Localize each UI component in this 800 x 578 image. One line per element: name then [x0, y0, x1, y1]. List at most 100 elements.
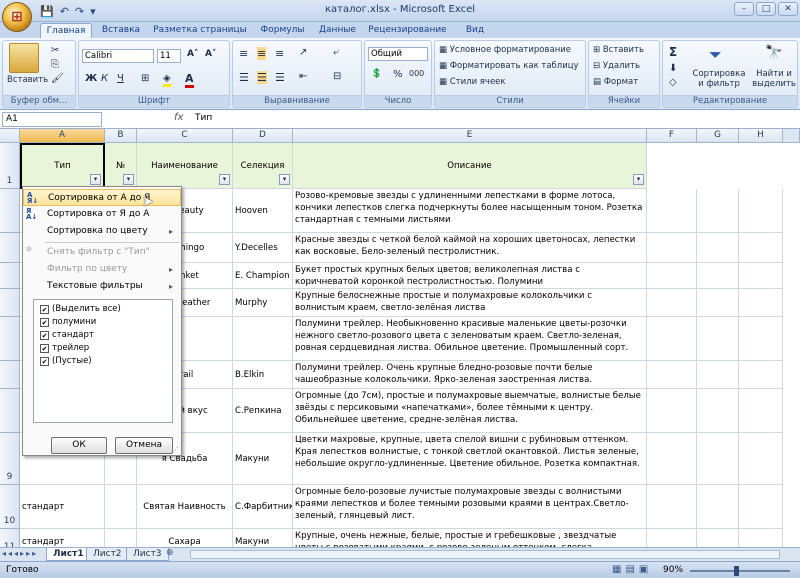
- table-cell-empty[interactable]: [697, 289, 739, 317]
- tab-data[interactable]: Данные: [315, 23, 360, 38]
- column-header-a[interactable]: A: [20, 129, 105, 143]
- italic-button[interactable]: К: [101, 73, 108, 84]
- office-button[interactable]: ⊞: [2, 2, 32, 32]
- tab-insert[interactable]: Вставка: [96, 23, 146, 38]
- table-cell-empty[interactable]: [647, 433, 697, 485]
- format-table-button[interactable]: ▦ Форматировать как таблицу: [439, 61, 579, 71]
- column-header-c[interactable]: C: [137, 129, 233, 143]
- table-cell-empty[interactable]: [647, 389, 697, 433]
- column-header-f[interactable]: F: [647, 129, 697, 143]
- table-cell-empty[interactable]: [697, 485, 739, 529]
- minimize-icon[interactable]: –: [734, 2, 754, 16]
- indent-icon[interactable]: ⇤: [299, 71, 307, 82]
- ok-button[interactable]: ОК: [51, 437, 107, 454]
- cell-styles-button[interactable]: ▦ Стили ячеек: [439, 77, 506, 87]
- currency-icon[interactable]: 💲: [371, 69, 382, 79]
- table-cell-d[interactable]: Y.Decelles: [233, 233, 293, 263]
- bold-button[interactable]: Ж: [85, 73, 97, 84]
- cut-icon[interactable]: ✂: [51, 45, 59, 56]
- row-header[interactable]: 9: [0, 433, 20, 485]
- zoom-level[interactable]: 90%: [663, 565, 683, 575]
- table-cell-empty[interactable]: [697, 233, 739, 263]
- table-cell-empty[interactable]: [739, 433, 783, 485]
- table-cell-d[interactable]: Murphy: [233, 289, 293, 317]
- close-icon[interactable]: ✕: [778, 2, 798, 16]
- zoom-slider-thumb[interactable]: [734, 566, 739, 576]
- column-header-d[interactable]: D: [233, 129, 293, 143]
- table-cell-e[interactable]: Огромные (до 7см), простые и полумахровы…: [293, 389, 647, 433]
- filter-checkbox-item[interactable]: ✔ трейлер: [40, 343, 89, 353]
- table-cell-empty[interactable]: [739, 389, 783, 433]
- copy-icon[interactable]: ⎘: [51, 59, 59, 70]
- column-header-h[interactable]: H: [739, 129, 783, 143]
- table-cell-empty[interactable]: [697, 317, 739, 361]
- align-right-icon[interactable]: ☰: [275, 71, 285, 84]
- table-cell-empty[interactable]: [739, 189, 783, 233]
- table-cell-d[interactable]: С.Репкина: [233, 389, 293, 433]
- row-header[interactable]: [0, 289, 20, 317]
- tab-formulas[interactable]: Формулы: [255, 23, 310, 38]
- clear-icon[interactable]: ◇: [669, 77, 677, 88]
- sheet-tab-1[interactable]: Лист1: [46, 548, 91, 561]
- table-cell-empty[interactable]: [739, 361, 783, 389]
- row-header[interactable]: [0, 263, 20, 289]
- align-bottom-icon[interactable]: ≡: [275, 47, 284, 60]
- table-cell-e[interactable]: Полумини трейлер. Очень крупные бледно-р…: [293, 361, 647, 389]
- thousands-button[interactable]: 000: [409, 69, 424, 78]
- table-cell-d[interactable]: С.Фарбитник: [233, 485, 293, 529]
- percent-button[interactable]: %: [393, 69, 403, 80]
- vertical-scrollbar[interactable]: [783, 129, 800, 143]
- fill-color-icon[interactable]: ◈: [163, 73, 171, 87]
- borders-icon[interactable]: ⊞: [141, 73, 149, 84]
- table-cell-e[interactable]: Полумини трейлер. Необыкновенно красивые…: [293, 317, 647, 361]
- row-header[interactable]: [0, 189, 20, 233]
- filter-checkbox-item[interactable]: ✔ стандарт: [40, 330, 94, 340]
- table-cell-empty[interactable]: [739, 485, 783, 529]
- table-cell-empty[interactable]: [647, 233, 697, 263]
- find-select-button[interactable]: Найти и выделить: [749, 69, 799, 89]
- fill-icon[interactable]: ⬇: [669, 63, 677, 74]
- row-header[interactable]: [0, 389, 20, 433]
- sort-filter-button[interactable]: Сортировка и фильтр: [689, 69, 749, 89]
- table-cell-d[interactable]: B.Elkin: [233, 361, 293, 389]
- insert-cells-button[interactable]: ⊞ Вставить: [593, 45, 644, 55]
- table-cell-empty[interactable]: [739, 289, 783, 317]
- find-icon[interactable]: 🔭: [765, 45, 782, 61]
- tab-home[interactable]: Главная: [40, 23, 92, 38]
- table-cell-empty[interactable]: [739, 263, 783, 289]
- table-cell-e[interactable]: Огромные бело-розовые лучистые полумахро…: [293, 485, 647, 529]
- sheet-nav-icon[interactable]: ◂◂◂▸▸▸: [2, 549, 38, 558]
- table-cell-e[interactable]: Крупные белоснежные простые и полумахров…: [293, 289, 647, 317]
- row-header[interactable]: [0, 233, 20, 263]
- tab-view[interactable]: Вид: [455, 23, 495, 38]
- paste-icon[interactable]: [9, 43, 39, 73]
- table-cell-empty[interactable]: [739, 317, 783, 361]
- resize-grip-icon[interactable]: ⋰: [172, 446, 179, 454]
- column-header-e[interactable]: E: [293, 129, 647, 143]
- zoom-slider[interactable]: [690, 570, 790, 572]
- table-cell-empty[interactable]: [697, 189, 739, 233]
- orientation-icon[interactable]: ↗: [299, 47, 307, 58]
- maximize-icon[interactable]: □: [756, 2, 776, 16]
- filter-dropdown-icon[interactable]: ▾: [279, 174, 290, 185]
- table-cell-b[interactable]: [105, 485, 137, 529]
- table-cell-empty[interactable]: [697, 433, 739, 485]
- align-left-icon[interactable]: ☰: [239, 71, 249, 84]
- column-header-g[interactable]: G: [697, 129, 739, 143]
- table-cell-e[interactable]: Букет простых крупных белых цветов; вели…: [293, 263, 647, 289]
- table-cell-empty[interactable]: [647, 361, 697, 389]
- sort-filter-icon[interactable]: ⏷: [709, 45, 722, 65]
- wrap-text-icon[interactable]: ⤶: [333, 47, 339, 58]
- formula-input[interactable]: Тип: [195, 113, 212, 123]
- table-cell-d[interactable]: [233, 317, 293, 361]
- filter-checkbox-item[interactable]: ✔ (Пустые): [40, 356, 92, 366]
- grow-font-icon[interactable]: A˄: [187, 49, 198, 59]
- select-all-corner[interactable]: [0, 129, 20, 143]
- tab-page-layout[interactable]: Разметка страницы: [150, 23, 250, 38]
- filter-dropdown-icon[interactable]: ▾: [123, 174, 134, 185]
- number-format-combo[interactable]: Общий: [368, 47, 428, 61]
- shrink-font-icon[interactable]: A˅: [205, 49, 216, 59]
- underline-button[interactable]: Ч: [117, 73, 124, 84]
- view-buttons-icon[interactable]: ▦▤▣: [612, 564, 652, 575]
- menu-sort-color[interactable]: Сортировка по цвету ▸: [23, 223, 181, 240]
